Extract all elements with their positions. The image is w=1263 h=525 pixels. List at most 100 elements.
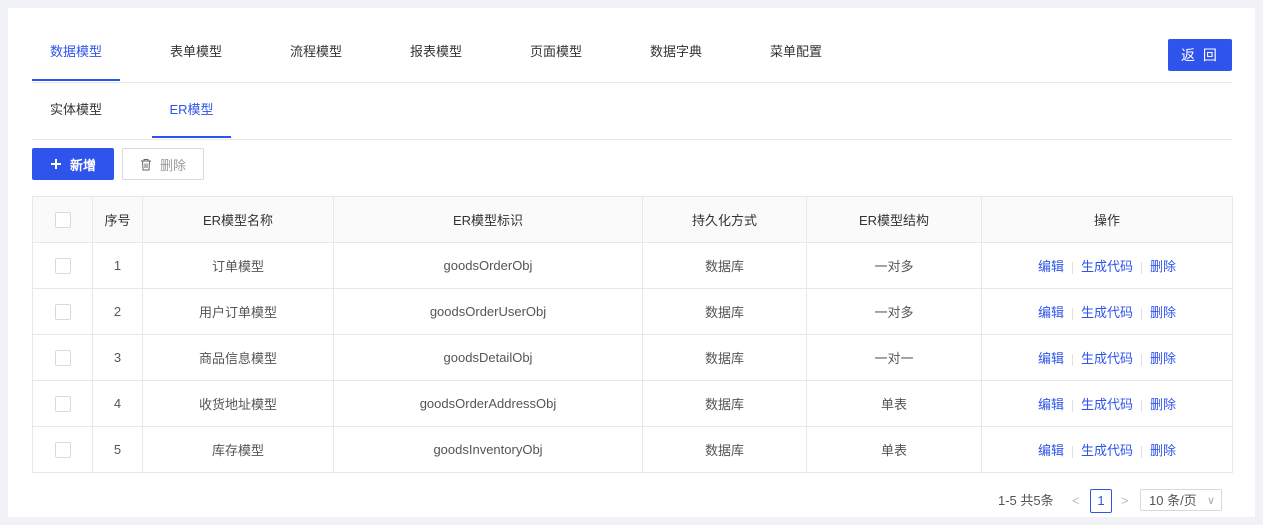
select-all-checkbox[interactable] — [54, 211, 71, 228]
plus-icon — [50, 159, 61, 169]
row-id: goodsDetailObj — [333, 334, 643, 381]
row-actions: 编辑 生成代码 删除 — [981, 334, 1233, 381]
row-structure: 一对多 — [806, 288, 982, 335]
next-page-button[interactable]: > — [1121, 489, 1129, 513]
row-id: goodsOrderUserObj — [333, 288, 643, 335]
row-id: goodsOrderAddressObj — [333, 380, 643, 427]
row-index: 1 — [92, 242, 143, 289]
delete-button[interactable]: 删除 — [122, 148, 204, 180]
divider — [1071, 307, 1073, 320]
row-name: 库存模型 — [142, 426, 334, 473]
divider — [1141, 445, 1142, 458]
sub-tab-bar: 实体模型 ER模型 — [32, 100, 1232, 140]
delete-button-label: 删除 — [159, 157, 186, 173]
row-index: 3 — [92, 334, 143, 381]
row-checkbox[interactable] — [54, 303, 71, 320]
divider — [1071, 445, 1073, 458]
row-index: 5 — [92, 426, 143, 473]
er-model-table: 序号 ER模型名称 ER模型标识 持久化方式 ER模型结构 操作 1 订单模型 … — [32, 196, 1233, 473]
divider — [1141, 353, 1142, 366]
row-id: goodsInventoryObj — [333, 426, 643, 473]
row-checkbox[interactable] — [54, 349, 71, 366]
generate-code-link[interactable]: 生成代码 — [1081, 351, 1133, 366]
tab-report-model[interactable]: 报表模型 — [392, 39, 480, 81]
edit-link[interactable]: 编辑 — [1038, 351, 1064, 366]
row-checkbox[interactable] — [54, 395, 71, 412]
edit-link[interactable]: 编辑 — [1038, 397, 1064, 412]
page-size-value: 10 条/页 — [1149, 493, 1197, 508]
row-actions: 编辑 生成代码 删除 — [981, 242, 1233, 289]
tab-entity-model[interactable]: 实体模型 — [32, 100, 120, 138]
row-checkbox[interactable] — [54, 441, 71, 458]
row-index: 4 — [92, 380, 143, 427]
divider — [1141, 399, 1142, 412]
table-row: 4 收货地址模型 goodsOrderAddressObj 数据库 单表 编辑 生… — [32, 380, 1233, 427]
page-size-select[interactable]: 10 条/页 ∨ — [1140, 489, 1222, 511]
back-button[interactable]: 返 回 — [1168, 39, 1232, 71]
table-row: 5 库存模型 goodsInventoryObj 数据库 单表 编辑 生成代码 删除 — [32, 426, 1233, 473]
pagination-total: 1-5 共5条 — [998, 493, 1054, 508]
row-persist: 数据库 — [642, 334, 807, 381]
row-checkbox-cell — [32, 426, 93, 473]
delete-link[interactable]: 删除 — [1150, 397, 1176, 412]
row-structure: 一对多 — [806, 242, 982, 289]
tab-page-model[interactable]: 页面模型 — [512, 39, 600, 81]
header-actions: 操作 — [981, 196, 1233, 243]
divider — [1071, 399, 1073, 412]
delete-link[interactable]: 删除 — [1150, 351, 1176, 366]
row-name: 商品信息模型 — [142, 334, 334, 381]
header-id: ER模型标识 — [333, 196, 643, 243]
delete-link[interactable]: 删除 — [1150, 259, 1176, 274]
delete-link[interactable]: 删除 — [1150, 305, 1176, 320]
tab-er-model[interactable]: ER模型 — [152, 100, 231, 138]
row-checkbox-cell — [32, 288, 93, 335]
add-button[interactable]: 新增 — [32, 148, 114, 180]
generate-code-link[interactable]: 生成代码 — [1081, 443, 1133, 458]
add-button-label: 新增 — [69, 157, 96, 173]
tab-form-model[interactable]: 表单模型 — [152, 39, 240, 81]
row-persist: 数据库 — [642, 426, 807, 473]
tab-data-model[interactable]: 数据模型 — [32, 39, 120, 81]
divider — [1141, 261, 1142, 274]
edit-link[interactable]: 编辑 — [1038, 443, 1064, 458]
row-checkbox[interactable] — [54, 257, 71, 274]
row-name: 订单模型 — [142, 242, 334, 289]
row-persist: 数据库 — [642, 380, 807, 427]
row-actions: 编辑 生成代码 删除 — [981, 288, 1233, 335]
generate-code-link[interactable]: 生成代码 — [1081, 397, 1133, 412]
divider — [1071, 261, 1073, 274]
row-persist: 数据库 — [642, 288, 807, 335]
generate-code-link[interactable]: 生成代码 — [1081, 305, 1133, 320]
chevron-down-icon: ∨ — [1206, 495, 1215, 507]
header-name: ER模型名称 — [142, 196, 334, 243]
generate-code-link[interactable]: 生成代码 — [1081, 259, 1133, 274]
row-name: 收货地址模型 — [142, 380, 334, 427]
row-checkbox-cell — [32, 334, 93, 381]
row-persist: 数据库 — [642, 242, 807, 289]
table-row: 2 用户订单模型 goodsOrderUserObj 数据库 一对多 编辑 生成代… — [32, 288, 1233, 335]
delete-link[interactable]: 删除 — [1150, 443, 1176, 458]
row-name: 用户订单模型 — [142, 288, 334, 335]
edit-link[interactable]: 编辑 — [1038, 305, 1064, 320]
row-checkbox-cell — [32, 380, 93, 427]
row-structure: 单表 — [806, 380, 982, 427]
row-structure: 单表 — [806, 426, 982, 473]
table-header-row: 序号 ER模型名称 ER模型标识 持久化方式 ER模型结构 操作 — [32, 196, 1233, 243]
divider — [1141, 307, 1142, 320]
row-checkbox-cell — [32, 242, 93, 289]
tab-data-dictionary[interactable]: 数据字典 — [632, 39, 720, 81]
main-card: 数据模型 表单模型 流程模型 报表模型 页面模型 数据字典 菜单配置 返 回 实… — [8, 8, 1255, 517]
tab-menu-config[interactable]: 菜单配置 — [752, 39, 840, 81]
row-actions: 编辑 生成代码 删除 — [981, 380, 1233, 427]
table-row: 1 订单模型 goodsOrderObj 数据库 一对多 编辑 生成代码 删除 — [32, 242, 1233, 289]
edit-link[interactable]: 编辑 — [1038, 259, 1064, 274]
header-structure: ER模型结构 — [806, 196, 982, 243]
prev-page-button[interactable]: < — [1072, 489, 1080, 513]
row-index: 2 — [92, 288, 143, 335]
tab-flow-model[interactable]: 流程模型 — [272, 39, 360, 81]
header-persist: 持久化方式 — [642, 196, 807, 243]
top-tab-bar: 数据模型 表单模型 流程模型 报表模型 页面模型 数据字典 菜单配置 — [32, 39, 1232, 83]
page-number-current[interactable]: 1 — [1090, 489, 1112, 513]
table-row: 3 商品信息模型 goodsDetailObj 数据库 一对一 编辑 生成代码 删除 — [32, 334, 1233, 381]
row-actions: 编辑 生成代码 删除 — [981, 426, 1233, 473]
